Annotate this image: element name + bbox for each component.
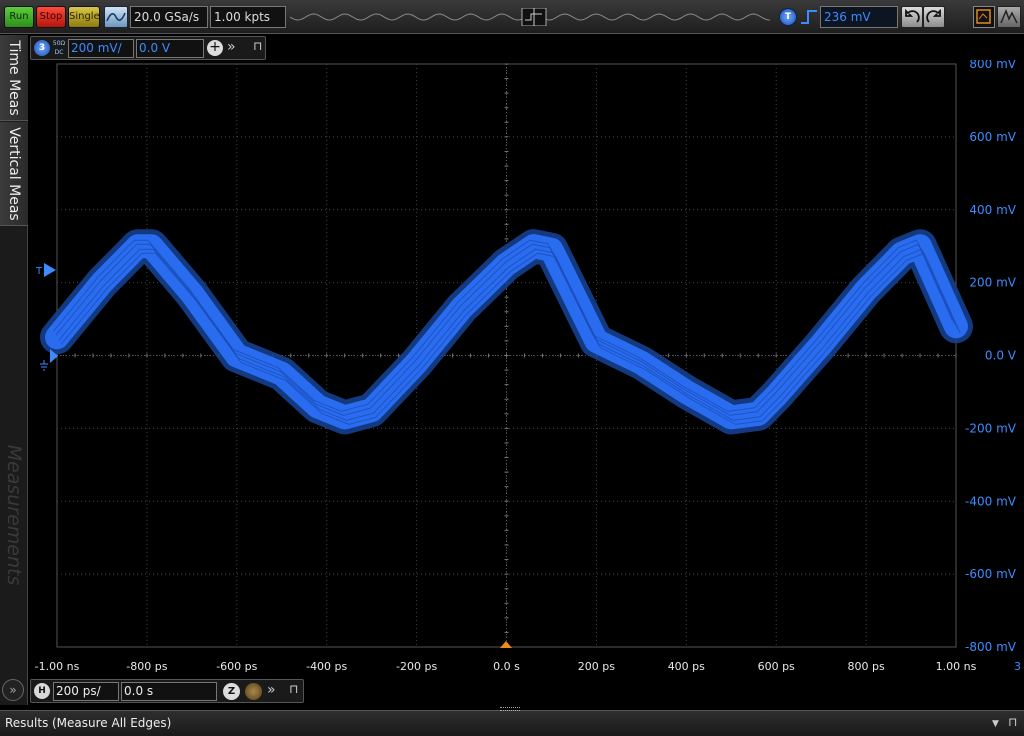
horizontal-scroll-knob-icon[interactable] <box>245 683 262 700</box>
y-tick-label: -400 mV <box>965 494 1017 508</box>
vertical-offset-field[interactable]: 0.0 V <box>136 39 204 58</box>
x-tick-label: -800 ps <box>126 660 167 673</box>
x-tick-label: 200 ps <box>578 660 615 673</box>
redo-icon <box>926 8 941 23</box>
y-axis-tick-labels: 800 mV 600 mV 400 mV 200 mV 0.0 V -200 mV -400… <box>965 60 1017 654</box>
undo-button[interactable] <box>901 6 923 28</box>
timebase-more-icon[interactable]: » <box>267 682 276 698</box>
undo-icon <box>905 8 920 23</box>
x-tick-label: 600 ps <box>758 660 795 673</box>
channel-more-icon[interactable]: » <box>227 39 236 55</box>
results-dropdown-icon[interactable]: ▼ <box>992 719 999 729</box>
horizontal-badge[interactable]: H <box>34 683 50 699</box>
x-tick-label: -200 ps <box>396 660 437 673</box>
sample-rate-field[interactable]: 20.0 GSa/s <box>130 6 208 28</box>
x-tick-label: -1.00 ns <box>35 660 80 673</box>
y-tick-label: -800 mV <box>965 640 1017 654</box>
y-tick-label: 600 mV <box>969 130 1016 144</box>
trigger-button[interactable]: T <box>779 8 797 26</box>
channel-marker-label: 3 <box>1014 660 1021 673</box>
single-button[interactable]: Single <box>68 6 100 28</box>
acquisition-mode-icon[interactable] <box>104 6 128 28</box>
y-tick-label: 400 mV <box>969 203 1016 217</box>
channel-coupling-indicator[interactable]: 50Ω DC <box>51 39 67 57</box>
memory-depth-field[interactable]: 1.00 kpts <box>210 6 286 28</box>
trigger-level-marker-icon[interactable] <box>44 263 56 277</box>
waveform-display[interactable]: 800 mV 600 mV 400 mV 200 mV 0.0 V -200 mV -400… <box>0 60 1024 680</box>
y-tick-label: -200 mV <box>965 421 1017 435</box>
y-tick-label: 200 mV <box>969 276 1016 290</box>
redo-button[interactable] <box>923 6 945 28</box>
y-tick-label: 0.0 V <box>985 349 1017 363</box>
trigger-level-marker-label: T <box>35 266 43 277</box>
coupling-impedance: 50Ω <box>52 40 66 47</box>
waveform-overview-strip[interactable] <box>290 8 770 26</box>
add-channel-icon[interactable]: + <box>207 40 223 56</box>
x-tick-label: 400 ps <box>668 660 705 673</box>
y-tick-label: -600 mV <box>965 567 1017 581</box>
results-mode-label: (Measure All Edges) <box>52 716 172 730</box>
results-panel-header[interactable]: Results (Measure All Edges) ▼ ⊓ <box>0 707 1024 736</box>
x-tick-label: 0.0 s <box>493 660 520 673</box>
rising-edge-icon[interactable] <box>800 8 818 26</box>
x-tick-label: 800 ps <box>847 660 884 673</box>
run-button[interactable]: Run <box>4 6 34 28</box>
stop-button[interactable]: Stop <box>36 6 66 28</box>
toolbar: Run Stop Single 20.0 GSa/s 1.00 kpts T 2… <box>0 0 1024 34</box>
channel-pin-icon[interactable]: ⊓ <box>253 39 262 53</box>
x-axis-tick-labels: -1.00 ns -800 ps -600 ps -400 ps -200 ps 0.0 … <box>35 660 1021 673</box>
time-delay-field[interactable]: 0.0 s <box>121 682 217 701</box>
display-options-icon[interactable] <box>973 6 995 28</box>
zoom-button[interactable]: Z <box>223 683 240 700</box>
results-pin-icon[interactable]: ⊓ <box>1008 715 1017 729</box>
vertical-scale-field[interactable]: 200 mV/ <box>68 39 134 58</box>
expand-side-panel-button[interactable]: » <box>2 679 24 701</box>
x-tick-label: -400 ps <box>306 660 347 673</box>
timebase-pin-icon[interactable]: ⊓ <box>289 682 298 696</box>
trigger-level-field[interactable]: 236 mV <box>820 6 898 28</box>
ground-symbol-icon <box>40 360 48 371</box>
results-resize-grip[interactable] <box>500 707 520 711</box>
results-label: Results <box>5 716 49 730</box>
channel-3-badge[interactable]: 3 <box>34 40 50 56</box>
channel-3-control-bar: 3 50Ω DC 200 mV/ 0.0 V + » ⊓ <box>30 36 266 60</box>
coupling-mode: DC <box>54 49 64 56</box>
horizontal-control-bar: H 200 ps/ 0.0 s Z » ⊓ <box>30 679 304 703</box>
measurement-tool-icon[interactable] <box>997 6 1021 28</box>
time-scale-field[interactable]: 200 ps/ <box>53 682 119 701</box>
x-tick-label: 1.00 ns <box>936 660 977 673</box>
y-tick-label: 800 mV <box>969 60 1016 71</box>
x-tick-label: -600 ps <box>216 660 257 673</box>
